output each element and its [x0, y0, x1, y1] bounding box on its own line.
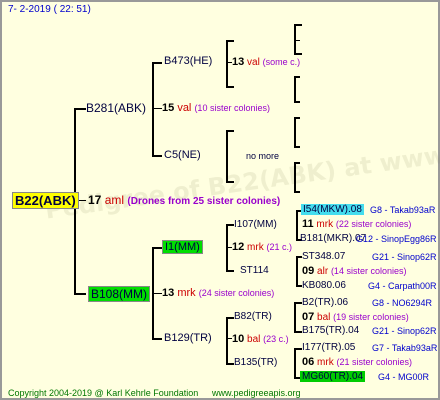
b135-bottom: MG60(TR).04	[300, 371, 366, 382]
b82-bottom-group: G21 - Sinop62R	[372, 326, 437, 336]
footer-copyright: Copyright 2004-2019 @ Karl Kehrle Founda…	[8, 388, 199, 398]
b82-top: B2(TR).06	[302, 297, 349, 308]
st114-bottom: KB080.06	[302, 280, 346, 291]
b129-queen[interactable]: B129(TR)	[164, 332, 212, 344]
b82-generation: 07 bal (19 sister colonies)	[302, 311, 409, 323]
st114-generation: 09 alr (14 sister colonies)	[302, 265, 407, 277]
b135-top-group: G7 - Takab93aR	[372, 343, 438, 353]
b135-top: I177(TR).05	[302, 342, 356, 353]
b82-bottom: B175(TR).04	[302, 325, 360, 336]
st114-bottom-group: G4 - Carpath00R	[368, 281, 437, 291]
st114-queen[interactable]: ST114	[240, 265, 269, 276]
b473-generation: 13 val (some c.)	[232, 56, 301, 68]
i1-generation: 12 mrk (21 c.)	[232, 241, 292, 253]
pedigree-chart: Pedigree of B22(ABK) at www.pedigreeapis…	[0, 0, 440, 400]
c5-queen[interactable]: C5(NE)	[164, 149, 201, 161]
root-queen[interactable]: B22(ABK)	[12, 192, 79, 209]
st114-top-group: G21 - Sinop62R	[372, 252, 437, 262]
b135-generation: 06 mrk (21 sister colonies)	[302, 356, 413, 368]
father-generation: 15 val (10 sister colonies)	[162, 102, 270, 114]
father-queen[interactable]: B281(ABK)	[86, 101, 146, 115]
root-generation: 17 aml (Drones from 25 sister colonies)	[88, 193, 281, 207]
i107-top: I54(MKW).08	[301, 204, 364, 215]
i107-top-group: G8 - Takab93aR	[370, 205, 436, 215]
b129-generation: 10 bal (23 c.)	[232, 333, 289, 345]
b135-bottom-group: G4 - MG00R	[378, 372, 430, 382]
mother-generation: 13 mrk (24 sister colonies)	[162, 287, 275, 299]
b473-queen[interactable]: B473(HE)	[164, 55, 212, 67]
b82-top-group: G8 - NO6294R	[372, 298, 433, 308]
mother-queen[interactable]: B108(MM)	[88, 286, 151, 302]
i107-bottom-group: G12 - SinopEgg86R	[356, 234, 437, 244]
i1-queen[interactable]: I1(MM)	[162, 240, 203, 254]
i107-queen[interactable]: I107(MM)	[234, 219, 277, 230]
i107-generation: 11 mrk (22 sister colonies)	[302, 218, 412, 230]
st114-top: ST348.07	[302, 251, 346, 262]
footer-site-link[interactable]: www.pedigreeapis.org	[212, 388, 301, 398]
b135-queen[interactable]: B135(TR)	[234, 357, 277, 368]
c5-no-more: no more	[246, 151, 280, 161]
header-timestamp: 7- 2-2019 ( 22: 51)	[8, 4, 91, 15]
b82-queen[interactable]: B82(TR)	[234, 311, 272, 322]
